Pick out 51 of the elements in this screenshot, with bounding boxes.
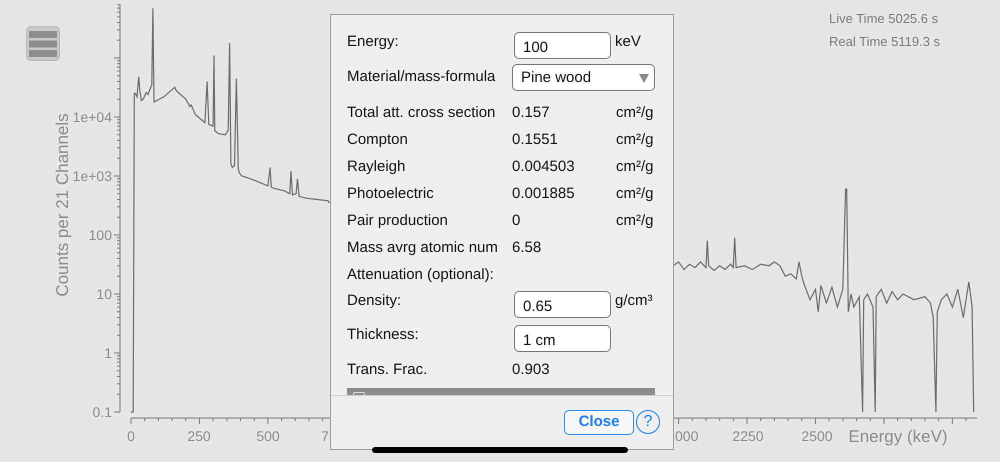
field-value: 0	[512, 211, 522, 232]
tick-label: 0.1	[92, 404, 112, 420]
tick-label: 100	[88, 227, 112, 243]
tick-label: 500	[256, 428, 280, 444]
tick-label: 1e+04	[72, 108, 112, 125]
menu-button[interactable]	[26, 26, 60, 61]
tick-label: 10	[96, 286, 112, 302]
time-label: Live Time 5025.6 s	[829, 11, 938, 26]
field-label: Photoelectric	[347, 184, 435, 204]
tick-label: 0	[127, 428, 135, 444]
tick-label: 1e+03	[72, 168, 112, 184]
field-value: 0.903	[512, 360, 551, 380]
tick-label: 000	[675, 428, 698, 444]
axis-title: Counts per 21 Channels	[53, 113, 72, 297]
field-label: Material/mass-formula	[347, 67, 496, 87]
field-value: 0.157	[512, 103, 551, 124]
axis-title: Energy (keV)	[848, 427, 948, 446]
input-field[interactable]: 1 cm	[514, 325, 611, 352]
caret-icon	[639, 74, 649, 83]
unit-label: keV	[615, 32, 641, 52]
input-field[interactable]: 100	[514, 32, 611, 59]
tick-label: 2500	[801, 428, 833, 444]
tick-label: 1	[104, 345, 112, 361]
time-label: Real Time 5119.3 s	[829, 34, 940, 49]
field-label: Energy:	[347, 32, 400, 52]
field-label: Thickness:	[347, 325, 420, 345]
field-label: Trans. Frac.	[347, 360, 428, 380]
field-value: 0.001885	[512, 184, 576, 204]
unit-label: cm²/g	[616, 103, 654, 124]
field-label: Mass avrg atomic num	[347, 238, 499, 258]
unit-label: g/cm³	[615, 291, 652, 311]
unit-label: cm²/g	[616, 184, 654, 204]
field-value: 0.004503	[512, 157, 576, 178]
field-value: 0.1551	[512, 130, 559, 150]
material-dropdown[interactable]: Pine wood	[512, 64, 655, 91]
field-label: Total att. cross section	[347, 103, 496, 124]
field-label: Density:	[347, 291, 402, 311]
section-heading: Attenuation (optional):	[347, 265, 494, 286]
field-label: Compton	[347, 130, 409, 150]
tick-label: 2250	[732, 428, 764, 444]
tick-label: 250	[187, 428, 211, 444]
menu-icon	[29, 30, 57, 58]
tick-label: 7	[321, 428, 329, 444]
field-value: 6.58	[512, 238, 542, 258]
unit-label: cm²/g	[616, 130, 654, 150]
field-label: Rayleigh	[347, 157, 406, 178]
input-field[interactable]: 0.65	[514, 291, 611, 318]
unit-label: cm²/g	[616, 157, 654, 178]
unit-label: cm²/g	[616, 211, 654, 232]
field-label: Pair production	[347, 211, 449, 232]
close-button[interactable]: Close	[564, 410, 634, 435]
